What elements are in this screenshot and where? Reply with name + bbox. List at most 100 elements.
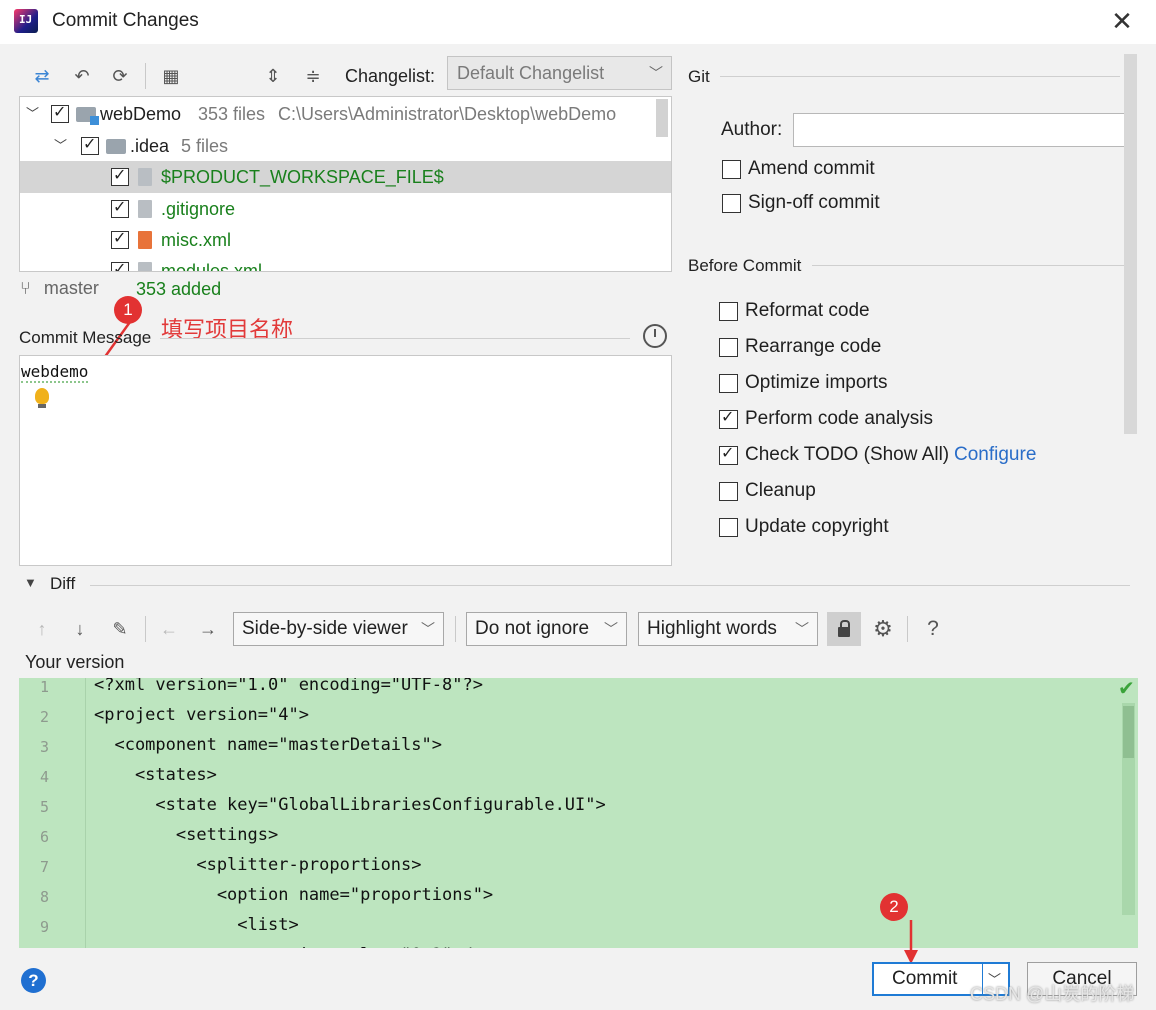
before-commit-checkbox[interactable] [719, 302, 738, 321]
tree-scrollbar[interactable] [656, 99, 668, 137]
code-line[interactable]: <component name="masterDetails"> [94, 735, 442, 755]
toolbar-separator [907, 616, 908, 642]
folder-icon [106, 139, 126, 154]
line-number: 2 [39, 708, 49, 726]
amend-commit-label: Amend commit [748, 158, 875, 179]
tree-node-name: misc.xml [161, 230, 231, 250]
commit-message-text[interactable]: webdemo [21, 362, 89, 383]
diff-code-view[interactable]: 1 <?xml version="1.0" encoding="UTF-8"?> 2… [19, 678, 1138, 948]
xml-file-icon [138, 262, 152, 271]
rollback-icon[interactable]: ↶ [68, 62, 96, 90]
options-scrollbar[interactable] [1124, 54, 1137, 434]
chevron-down-icon: ﹀ [649, 65, 663, 81]
chevron-down-icon[interactable]: ▼ [24, 575, 37, 590]
code-line[interactable]: <project version="4"> [94, 705, 309, 725]
changes-tree[interactable]: ﹀ webDemo 353 files C:\Users\Administrat… [19, 96, 672, 272]
gear-icon[interactable]: ⚙ [869, 615, 897, 643]
code-line[interactable]: <settings> [94, 825, 278, 845]
configure-link[interactable]: Configure [954, 444, 1036, 466]
tree-row-idea[interactable]: ﹀ .idea 5 files [20, 130, 656, 162]
lightbulb-icon[interactable] [35, 388, 49, 408]
next-file-icon[interactable]: → [194, 615, 222, 643]
author-input[interactable] [793, 113, 1133, 147]
signoff-commit-label: Sign-off commit [748, 192, 880, 213]
refresh-icon[interactable]: ⟳ [106, 62, 134, 90]
tree-node-name: webDemo [100, 104, 182, 124]
code-line[interactable]: <option name="proportions"> [94, 885, 493, 905]
code-line[interactable]: <splitter-proportions> [94, 855, 421, 875]
line-number: 4 [39, 768, 49, 786]
tree-node-count: 353 files [198, 104, 266, 124]
line-number: 7 [39, 858, 49, 876]
tree-row-file[interactable]: .gitignore [20, 193, 656, 225]
group-by-icon[interactable]: ▦ [157, 62, 185, 90]
help-button[interactable]: ? [21, 968, 46, 993]
chevron-down-icon[interactable]: ﹀ [26, 98, 39, 130]
tree-checkbox[interactable] [51, 103, 69, 123]
code-line[interactable]: <option value="0.2" /> [94, 945, 483, 948]
history-clock-icon[interactable] [643, 324, 667, 348]
diff-title[interactable]: Diff [50, 574, 75, 594]
before-commit-label: Reformat code [745, 300, 870, 321]
edit-source-icon[interactable]: ✎ [106, 615, 134, 643]
changelist-label: Changelist: [345, 66, 436, 86]
chevron-down-icon: ﹀ [795, 621, 809, 637]
intellij-app-icon [14, 9, 38, 33]
section-divider [90, 585, 1130, 586]
ignore-dropdown[interactable]: Do not ignore ﹀ [466, 612, 627, 646]
lock-icon[interactable] [827, 612, 861, 646]
before-commit-checkbox[interactable] [719, 408, 738, 429]
prev-file-icon[interactable]: ← [155, 615, 183, 643]
tree-checkbox[interactable] [111, 260, 129, 271]
code-line[interactable]: <list> [94, 915, 298, 935]
changelist-dropdown[interactable]: Default Changelist ﹀ [447, 56, 672, 90]
next-diff-icon[interactable]: ↓ [66, 615, 94, 643]
chevron-down-icon: ﹀ [604, 621, 618, 637]
section-divider [812, 265, 1132, 266]
close-icon[interactable]: ✕ [1108, 6, 1136, 36]
before-commit-checkbox[interactable] [719, 374, 738, 393]
tree-checkbox[interactable] [111, 198, 129, 218]
chevron-down-icon: ﹀ [421, 621, 435, 637]
before-commit-checkbox[interactable] [719, 444, 738, 465]
tree-checkbox[interactable] [81, 135, 99, 155]
line-number: 3 [39, 738, 49, 756]
before-commit-label: Optimize imports [745, 372, 888, 393]
tree-checkbox[interactable] [111, 166, 129, 186]
signoff-commit-checkbox[interactable] [722, 194, 741, 213]
tree-checkbox[interactable] [111, 229, 129, 249]
tree-node-count: 5 files [181, 136, 229, 156]
tree-row-file[interactable]: modules.xml [20, 255, 656, 272]
your-version-label: Your version [25, 652, 125, 672]
toolbar-separator [455, 616, 456, 642]
expand-all-icon[interactable]: ⇕ [259, 62, 287, 90]
checkmark-icon: ✔ [1118, 678, 1135, 700]
move-to-changelist-icon[interactable]: ⇄ [28, 62, 56, 90]
code-line[interactable]: <states> [94, 765, 217, 785]
watermark: CSDN @山炭的阶梯 [970, 984, 1135, 1004]
section-divider [160, 338, 630, 339]
line-number: 6 [39, 828, 49, 846]
code-scrollbar-thumb[interactable] [1123, 706, 1134, 758]
annotation-note: 填写项目名称 [161, 317, 294, 342]
commit-message-input[interactable] [19, 355, 672, 566]
amend-commit-checkbox[interactable] [722, 160, 741, 179]
chevron-down-icon[interactable]: ﹀ [54, 130, 67, 162]
before-commit-checkbox[interactable] [719, 482, 738, 501]
prev-diff-icon[interactable]: ↑ [28, 615, 56, 643]
before-commit-checkbox[interactable] [719, 518, 738, 537]
tree-row-file[interactable]: $PRODUCT_WORKSPACE_FILE$ [20, 161, 671, 193]
before-commit-label: Cleanup [745, 480, 816, 501]
before-commit-checkbox[interactable] [719, 338, 738, 357]
help-icon[interactable]: ? [919, 615, 947, 643]
collapse-all-icon[interactable]: ≑ [299, 62, 327, 90]
tree-row-root[interactable]: ﹀ webDemo 353 files C:\Users\Administrat… [20, 98, 656, 130]
code-line[interactable]: <?xml version="1.0" encoding="UTF-8"?> [94, 678, 483, 695]
viewer-value: Side-by-side viewer [242, 618, 408, 639]
viewer-dropdown[interactable]: Side-by-side viewer ﹀ [233, 612, 444, 646]
before-commit-label: Rearrange code [745, 336, 882, 357]
tree-node-name: modules.xml [161, 261, 263, 272]
code-line[interactable]: <state key="GlobalLibrariesConfigurable.… [94, 795, 605, 815]
highlight-dropdown[interactable]: Highlight words ﹀ [638, 612, 818, 646]
tree-row-file[interactable]: misc.xml [20, 224, 656, 256]
